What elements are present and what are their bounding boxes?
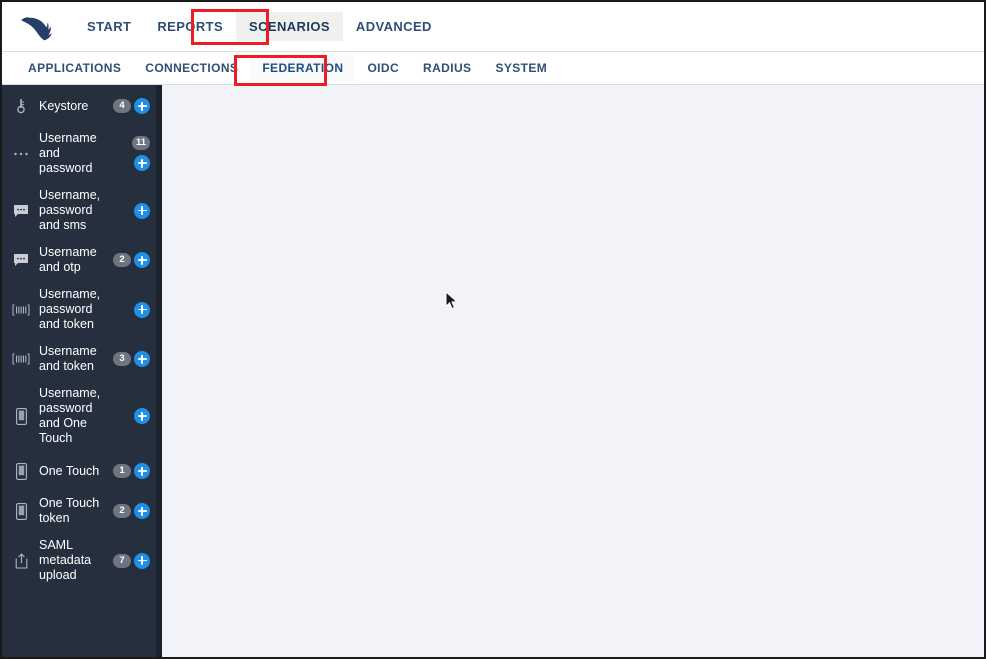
sidebar-item-keystore[interactable]: Keystore 4 xyxy=(2,87,162,125)
sub-navigation-bar: APPLICATIONS CONNECTIONS FEDERATION OIDC… xyxy=(2,52,984,85)
subnav-item-applications[interactable]: APPLICATIONS xyxy=(16,55,133,81)
eagle-logo[interactable] xyxy=(16,10,60,44)
sidebar-item-actions: 2 xyxy=(108,252,150,268)
add-scenario-button[interactable] xyxy=(134,552,150,569)
sidebar-item-username-password-and-token[interactable]: Username, password and token xyxy=(2,281,162,338)
sidebar-item-actions: 2 xyxy=(108,503,150,519)
status-badge: 4 xyxy=(113,99,131,113)
sidebar-item-label: Username and token xyxy=(39,344,97,373)
sidebar-item-actions: 1 xyxy=(108,463,150,479)
add-scenario-button[interactable] xyxy=(134,463,150,479)
sidebar-item-actions: 4 xyxy=(108,98,150,114)
body-container: Keystore 4 Username and password 11 User… xyxy=(2,85,984,657)
sidebar-item-username-and-otp[interactable]: Username and otp 2 xyxy=(2,239,162,281)
subnav-label: RADIUS xyxy=(423,61,472,75)
sidebar-item-label: Username and password xyxy=(39,131,97,175)
subnav-label: SYSTEM xyxy=(495,61,548,75)
mouse-pointer-icon xyxy=(445,290,459,311)
sidebar-item-label: One Touch xyxy=(39,463,100,478)
sidebar-item-one-touch-token[interactable]: One Touch token 2 xyxy=(2,490,162,532)
sidebar-item-label: Username, password and token xyxy=(39,287,101,331)
sidebar-item-saml-metadata-upload[interactable]: SAML metadata upload 7 xyxy=(2,532,162,589)
status-badge: 2 xyxy=(113,504,131,518)
upload-icon xyxy=(10,552,32,569)
scenario-sidebar: Keystore 4 Username and password 11 User… xyxy=(2,85,162,657)
topnav-item-start[interactable]: START xyxy=(74,12,144,41)
sidebar-scrollbar[interactable] xyxy=(156,85,162,657)
mobile-icon xyxy=(10,502,32,520)
status-badge: 7 xyxy=(113,553,131,568)
mobile-icon xyxy=(10,462,32,480)
subnav-item-radius[interactable]: RADIUS xyxy=(411,55,483,81)
sidebar-item-actions: 11 xyxy=(108,136,150,171)
sidebar-item-actions xyxy=(108,408,150,424)
sidebar-item-actions: 3 xyxy=(108,351,150,367)
add-scenario-button[interactable] xyxy=(134,351,150,367)
subnav-label: APPLICATIONS xyxy=(28,61,122,75)
sidebar-item-actions: 7 xyxy=(108,552,150,569)
dots-icon xyxy=(10,151,32,157)
sidebar-item-username-and-token[interactable]: Username and token 3 xyxy=(2,338,162,380)
topnav-label: REPORTS xyxy=(157,19,224,34)
add-scenario-button[interactable] xyxy=(134,252,150,268)
topnav-label: ADVANCED xyxy=(355,19,432,34)
status-badge: 1 xyxy=(113,464,131,478)
topnav-item-advanced[interactable]: ADVANCED xyxy=(343,12,445,41)
status-badge: 11 xyxy=(131,136,150,150)
add-scenario-button[interactable] xyxy=(134,98,150,114)
sidebar-item-actions xyxy=(108,202,150,219)
status-badge: 3 xyxy=(113,352,131,366)
sidebar-item-label: Username, password and One Touch xyxy=(39,386,101,445)
add-scenario-button[interactable] xyxy=(134,408,150,424)
sidebar-item-label: One Touch token xyxy=(39,496,100,525)
token-icon xyxy=(10,353,32,365)
topnav-item-scenarios[interactable]: SCENARIOS xyxy=(236,12,343,41)
add-scenario-button[interactable] xyxy=(134,202,150,219)
topnav-item-reports[interactable]: REPORTS xyxy=(144,12,236,41)
subnav-item-federation[interactable]: FEDERATION xyxy=(250,55,356,81)
sidebar-item-label: Username, password and sms xyxy=(39,188,101,232)
status-badge: 2 xyxy=(113,253,131,267)
top-navigation-bar: START REPORTS SCENARIOS ADVANCED xyxy=(2,2,984,52)
sidebar-item-label: Keystore xyxy=(39,98,89,113)
add-scenario-button[interactable] xyxy=(134,503,150,519)
sms-bubble-icon xyxy=(10,253,32,267)
eagle-logo-icon xyxy=(21,16,52,40)
add-scenario-button[interactable] xyxy=(134,301,150,318)
token-icon xyxy=(10,304,32,316)
main-content-area xyxy=(162,85,984,657)
mobile-icon xyxy=(10,407,32,425)
subnav-label: OIDC xyxy=(367,61,400,75)
sms-bubble-icon xyxy=(10,204,32,218)
topnav-label: START xyxy=(87,19,132,34)
subnav-item-connections[interactable]: CONNECTIONS xyxy=(133,55,250,81)
add-scenario-button[interactable] xyxy=(134,155,150,171)
subnav-label: CONNECTIONS xyxy=(145,61,239,75)
app-window: START REPORTS SCENARIOS ADVANCED APPLICA… xyxy=(0,0,986,659)
sidebar-item-username-and-password[interactable]: Username and password 11 xyxy=(2,125,162,182)
sidebar-item-username-password-and-one-touch[interactable]: Username, password and One Touch xyxy=(2,380,162,452)
sidebar-item-label: Username and otp xyxy=(39,245,97,274)
subnav-item-oidc[interactable]: OIDC xyxy=(355,55,411,81)
sidebar-item-one-touch[interactable]: One Touch 1 xyxy=(2,452,162,490)
topnav-label: SCENARIOS xyxy=(249,19,330,34)
sidebar-item-username-password-and-sms[interactable]: Username, password and sms xyxy=(2,182,162,239)
key-icon xyxy=(10,98,32,114)
subnav-item-system[interactable]: SYSTEM xyxy=(483,55,559,81)
sidebar-item-label: SAML metadata upload xyxy=(39,538,92,582)
subnav-label: FEDERATION xyxy=(262,61,344,75)
sidebar-item-actions xyxy=(108,301,150,318)
